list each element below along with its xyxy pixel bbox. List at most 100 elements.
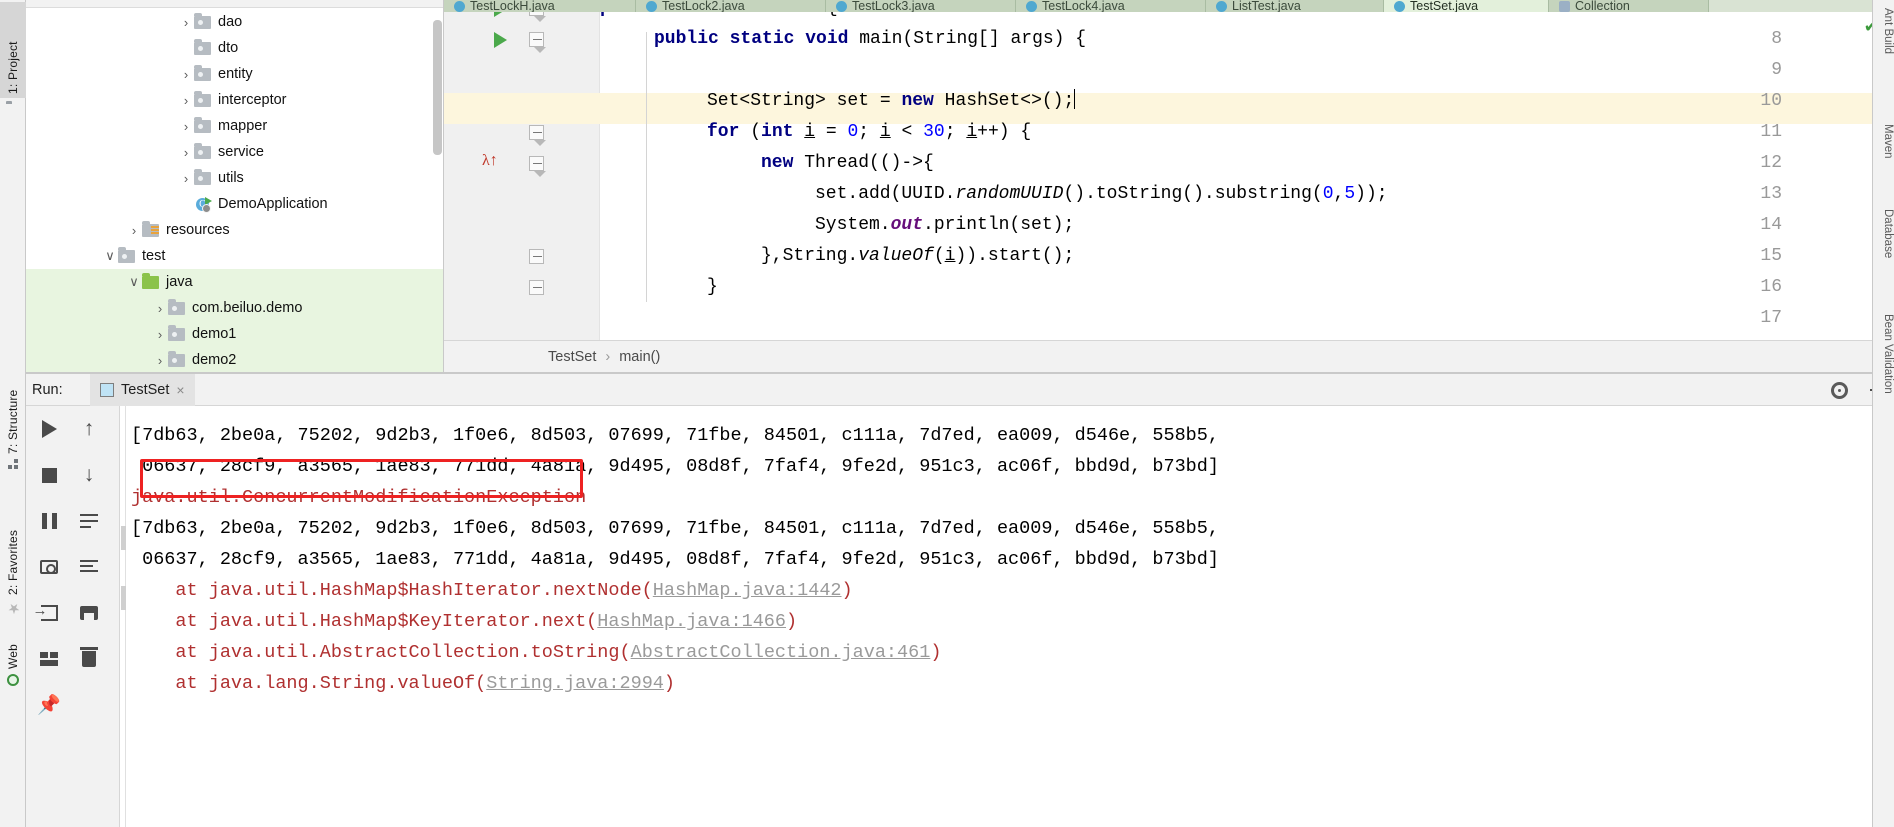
fold-marker[interactable] bbox=[529, 249, 544, 264]
sidebar-item-maven[interactable]: Maven bbox=[1872, 120, 1894, 163]
code-text-area[interactable]: public class TestSet { public static voi… bbox=[600, 12, 1894, 340]
tree-item-service[interactable]: › service bbox=[26, 139, 443, 165]
code-text: , bbox=[1333, 184, 1345, 204]
code-text: } bbox=[707, 277, 718, 297]
chevron-right-icon[interactable]: › bbox=[126, 223, 142, 238]
down-button[interactable] bbox=[74, 460, 104, 490]
export-button[interactable] bbox=[33, 598, 64, 628]
folder-icon bbox=[118, 246, 135, 263]
chevron-down-icon[interactable]: ∨ bbox=[102, 248, 118, 264]
sidebar-item-database[interactable]: Database bbox=[1872, 205, 1894, 262]
tab-testlock2[interactable]: TestLock2.java bbox=[636, 0, 826, 12]
sidebar-item-project[interactable]: 1: Project bbox=[0, 2, 26, 98]
tab-listtest[interactable]: ListTest.java bbox=[1206, 0, 1384, 12]
bean-validation-label: Bean Validation bbox=[1882, 314, 1894, 394]
tab-testlock4[interactable]: TestLock4.java bbox=[1016, 0, 1206, 12]
breadcrumb[interactable]: TestSet › main() bbox=[444, 340, 1894, 373]
rerun-button[interactable] bbox=[34, 414, 64, 444]
soft-wrap-button[interactable] bbox=[74, 506, 104, 536]
chevron-right-icon[interactable]: › bbox=[178, 171, 194, 186]
clear-all-button[interactable] bbox=[74, 644, 104, 674]
fold-marker[interactable] bbox=[529, 125, 546, 146]
gear-icon[interactable] bbox=[1831, 381, 1848, 399]
close-icon[interactable]: × bbox=[176, 382, 184, 398]
code-line-11: for (int i = 0; i < 30; i++) { bbox=[600, 117, 1894, 148]
print-button[interactable] bbox=[74, 598, 104, 628]
tree-item-mapper[interactable]: › mapper bbox=[26, 113, 443, 139]
stop-icon bbox=[41, 467, 57, 483]
tree-item-label: test bbox=[142, 247, 166, 264]
arrow-up-icon bbox=[84, 417, 95, 441]
pin-button[interactable]: 📌 bbox=[34, 690, 64, 720]
tree-item-demoapplication[interactable]: C DemoApplication bbox=[26, 191, 443, 217]
lambda-gutter-icon[interactable]: λ↑ bbox=[482, 152, 498, 170]
blocks-button[interactable] bbox=[34, 644, 64, 674]
chevron-right-icon[interactable]: › bbox=[152, 327, 168, 342]
tree-item-dao[interactable]: › dao bbox=[26, 9, 443, 35]
sidebar-item-structure[interactable]: 7: Structure bbox=[0, 355, 26, 473]
stacktrace-link[interactable]: HashMap.java:1466 bbox=[597, 611, 786, 632]
tab-testlockh[interactable]: TestLockH.java bbox=[444, 0, 636, 12]
code-field: out bbox=[890, 215, 924, 235]
folder-icon bbox=[194, 12, 211, 29]
stop-button[interactable] bbox=[34, 460, 64, 490]
fold-marker[interactable] bbox=[529, 280, 544, 295]
chevron-right-icon[interactable]: › bbox=[178, 15, 194, 30]
code-text: ().toString().substring( bbox=[1063, 184, 1323, 204]
ide-window: 1: Project 7: Structure ★ 2: Favorites W… bbox=[0, 0, 1894, 827]
tree-item-com-beiluo-demo[interactable]: › com.beiluo.demo bbox=[26, 295, 443, 321]
tree-item-demo1[interactable]: › demo1 bbox=[26, 321, 443, 347]
run-gutter-icon[interactable] bbox=[494, 32, 507, 48]
code-editor[interactable]: 7 8 9 10 11 12 λ↑ 13 14 15 16 17 public … bbox=[444, 12, 1894, 340]
sidebar-item-bean-validation[interactable]: Bean Validation bbox=[1872, 310, 1894, 398]
code-number: 0 bbox=[847, 122, 859, 142]
breadcrumb-class[interactable]: TestSet bbox=[548, 349, 596, 365]
tree-item-entity[interactable]: › entity bbox=[26, 61, 443, 87]
run-tab-testset[interactable]: TestSet × bbox=[90, 373, 195, 406]
editor-tab-bar[interactable]: TestLockH.java TestLock2.java TestLock3.… bbox=[444, 0, 1894, 12]
tree-scrollbar[interactable] bbox=[433, 20, 442, 155]
tree-item-java[interactable]: ∨ java bbox=[26, 269, 443, 295]
fold-marker[interactable] bbox=[529, 12, 546, 22]
console-output[interactable]: [7db63, 2be0a, 75202, 9d2b3, 1f0e6, 8d50… bbox=[121, 406, 1894, 827]
stacktrace-text: at java.lang.String.valueOf( bbox=[131, 673, 487, 694]
tab-testlock3[interactable]: TestLock3.java bbox=[826, 0, 1016, 12]
chevron-right-icon[interactable]: › bbox=[178, 119, 194, 134]
tab-collection[interactable]: Collection bbox=[1549, 0, 1709, 12]
stacktrace-link[interactable]: String.java:2994 bbox=[486, 673, 664, 694]
chevron-down-icon[interactable]: ∨ bbox=[126, 274, 142, 290]
code-line-14: System.out.println(set); bbox=[600, 210, 1894, 241]
tree-item-demo2[interactable]: › demo2 bbox=[26, 347, 443, 372]
fold-marker[interactable] bbox=[529, 32, 546, 53]
tree-item-utils[interactable]: › utils bbox=[26, 165, 443, 191]
camera-button[interactable] bbox=[34, 552, 64, 582]
chevron-right-icon[interactable]: › bbox=[152, 301, 168, 316]
fold-marker[interactable] bbox=[529, 156, 546, 177]
editor-gutter[interactable] bbox=[444, 12, 600, 340]
project-tree-panel[interactable]: › dao › dto › entity › interceptor › bbox=[26, 0, 444, 373]
tree-item-test[interactable]: ∨ test bbox=[26, 243, 443, 269]
code-text: Thread(()->{ bbox=[804, 153, 934, 173]
chevron-right-icon[interactable]: › bbox=[178, 67, 194, 82]
tab-testset[interactable]: TestSet.java bbox=[1384, 0, 1549, 12]
chevron-right-icon[interactable]: › bbox=[178, 145, 194, 160]
pause-button[interactable] bbox=[34, 506, 64, 536]
sidebar-item-web[interactable]: Web bbox=[0, 630, 26, 690]
folder-icon bbox=[168, 298, 185, 315]
console-line: 06637, 28cf9, a3565, 1ae83, 771dd, 4a81a… bbox=[131, 549, 1219, 570]
scroll-to-end-button[interactable] bbox=[74, 552, 104, 582]
chevron-right-icon[interactable]: › bbox=[152, 353, 168, 368]
tree-item-interceptor[interactable]: › interceptor bbox=[26, 87, 443, 113]
text-caret bbox=[1074, 89, 1076, 109]
stacktrace-link[interactable]: AbstractCollection.java:461 bbox=[631, 642, 931, 663]
run-gutter-icon[interactable] bbox=[494, 12, 507, 17]
chevron-right-icon[interactable]: › bbox=[178, 93, 194, 108]
tree-item-dto[interactable]: › dto bbox=[26, 35, 443, 61]
up-button[interactable] bbox=[74, 414, 104, 444]
pin-icon: 📌 bbox=[37, 695, 61, 716]
sidebar-item-favorites[interactable]: ★ 2: Favorites bbox=[0, 500, 26, 620]
sidebar-item-ant-build[interactable]: Ant Build bbox=[1872, 4, 1894, 58]
breadcrumb-method[interactable]: main() bbox=[619, 349, 660, 365]
tree-item-resources[interactable]: › resources bbox=[26, 217, 443, 243]
stacktrace-link[interactable]: HashMap.java:1442 bbox=[653, 580, 842, 601]
